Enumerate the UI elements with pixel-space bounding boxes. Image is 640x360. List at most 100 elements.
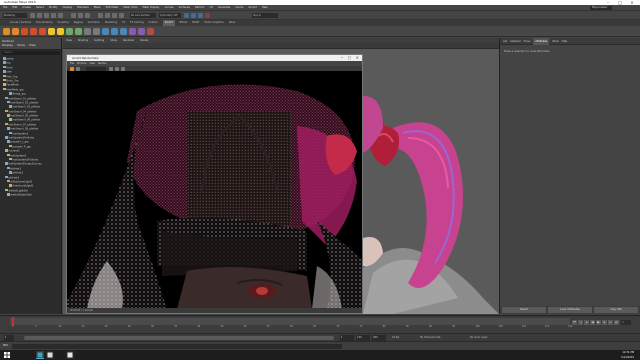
- skydome-light-icon[interactable]: [48, 27, 55, 35]
- menu-cache[interactable]: Cache: [235, 5, 243, 11]
- step-back-icon[interactable]: ◂: [584, 320, 589, 325]
- ae-tab-focus[interactable]: Focus: [524, 38, 531, 45]
- windows-start-icon[interactable]: [3, 351, 11, 359]
- outliner-node-icon: [3, 70, 6, 73]
- step-back-key-icon[interactable]: ◁: [578, 320, 583, 325]
- sign-in-button[interactable]: Sign In: [252, 12, 278, 18]
- render-stop-icon[interactable]: [76, 66, 80, 71]
- snap-grid-icon[interactable]: [98, 12, 103, 18]
- menu-generate[interactable]: Generate: [218, 5, 230, 11]
- light-portal-icon[interactable]: [57, 27, 64, 35]
- menu-deform[interactable]: Deform: [195, 5, 205, 11]
- snap-surface-icon[interactable]: [119, 12, 124, 18]
- menu-mesh-display[interactable]: Mesh Display: [142, 5, 159, 11]
- toon-shader-icon[interactable]: [120, 27, 127, 35]
- menu-edit-mesh[interactable]: Edit Mesh: [106, 5, 119, 11]
- symmetry-field[interactable]: Symmetry: Off: [159, 12, 181, 18]
- taskbar-renderview-icon[interactable]: [46, 351, 54, 359]
- area-light-icon[interactable]: [21, 27, 28, 35]
- step-forward-icon[interactable]: ▸: [602, 320, 607, 325]
- time-tick-label: 85: [405, 325, 409, 328]
- license-icon[interactable]: [147, 27, 154, 35]
- alpha-channel-icon[interactable]: [115, 66, 119, 71]
- arnold-render-icon[interactable]: [3, 27, 10, 35]
- mesh-light-icon[interactable]: [30, 27, 37, 35]
- menu-help[interactable]: Help: [262, 5, 268, 11]
- go-to-end-icon[interactable]: ⏭: [614, 320, 619, 325]
- menu-set-select[interactable]: Modeling: [3, 12, 27, 18]
- ae-copy-tab-button[interactable]: Copy Tab: [594, 307, 638, 313]
- time-ruler[interactable]: [10, 318, 570, 325]
- taskbar-explorer-icon[interactable]: [66, 351, 74, 359]
- menu-uv[interactable]: UV: [209, 5, 213, 11]
- menu-mesh[interactable]: Mesh: [94, 5, 101, 11]
- ae-tab-help[interactable]: Help: [562, 38, 567, 45]
- taskbar-maya-icon[interactable]: [36, 351, 44, 359]
- outliner-search-input[interactable]: Search...: [2, 51, 60, 55]
- live-surface-field[interactable]: No Live Surface: [130, 12, 156, 18]
- menu-modify[interactable]: Modify: [49, 5, 58, 11]
- menu-display[interactable]: Display: [63, 5, 73, 11]
- taskbar-clock[interactable]: 12:31 PM 5/14/2019: [621, 350, 634, 360]
- menu-arnold[interactable]: Arnold: [248, 5, 256, 11]
- region-icon[interactable]: [121, 66, 125, 71]
- new-scene-icon[interactable]: [30, 12, 35, 18]
- save-scene-icon[interactable]: [44, 12, 49, 18]
- ae-load-attributes-button[interactable]: Load Attributes: [548, 307, 592, 313]
- standard-hair-icon[interactable]: [111, 27, 118, 35]
- render-current-frame-icon[interactable]: [184, 12, 189, 18]
- range-slider-bar[interactable]: [24, 336, 334, 340]
- open-scene-icon[interactable]: [37, 12, 42, 18]
- undo-icon[interactable]: [51, 12, 56, 18]
- txmanager-icon[interactable]: [138, 27, 145, 35]
- camera-select[interactable]: [86, 66, 106, 71]
- render-settings-icon[interactable]: [198, 12, 203, 18]
- hypershade-icon[interactable]: [205, 12, 210, 18]
- flush-cache-icon[interactable]: [93, 27, 100, 35]
- outliner-menu-help[interactable]: Help: [29, 43, 36, 47]
- menu-edit[interactable]: Edit: [12, 5, 17, 11]
- arnold-renderview-window[interactable]: Arnold RenderView × □ – File Window View…: [66, 54, 363, 314]
- command-language-label[interactable]: MEL: [3, 344, 8, 347]
- snap-point-icon[interactable]: [112, 12, 117, 18]
- ae-tab-list[interactable]: List: [503, 38, 507, 45]
- menu-create[interactable]: Create: [22, 5, 31, 11]
- standin-icon[interactable]: [75, 27, 82, 35]
- ae-tab-attributes[interactable]: Attributes: [533, 37, 550, 45]
- menu-select[interactable]: Select: [36, 5, 44, 11]
- time-slider[interactable]: 1 5 10 15 20 25 30 35 40 45 50 55 60 65 70 75 80 85 90 95 10…: [0, 315, 640, 333]
- outliner-item[interactable]: defaultObjectSet: [2, 193, 60, 197]
- rgb-channel-icon[interactable]: [109, 66, 113, 71]
- snap-curve-icon[interactable]: [105, 12, 110, 18]
- play-forward-icon[interactable]: ▶: [596, 320, 601, 325]
- render-play-icon[interactable]: [70, 66, 74, 71]
- arnold-renderview-icon[interactable]: [12, 27, 19, 35]
- ipr-render-icon[interactable]: [191, 12, 196, 18]
- menu-surfaces[interactable]: Surfaces: [179, 5, 190, 11]
- menu-windows[interactable]: Windows: [77, 5, 89, 11]
- go-to-start-icon[interactable]: ⏮: [572, 320, 577, 325]
- menu-file[interactable]: File: [3, 5, 7, 11]
- physical-sky-icon[interactable]: [66, 27, 73, 35]
- ae-tab-show[interactable]: Show: [552, 38, 558, 45]
- step-forward-key-icon[interactable]: ▷: [608, 320, 613, 325]
- redo-icon[interactable]: [58, 12, 63, 18]
- select-by-component-icon[interactable]: [85, 12, 90, 18]
- aov-icon[interactable]: [129, 27, 136, 35]
- standard-surface-icon[interactable]: [102, 27, 109, 35]
- photometric-light-icon[interactable]: [39, 27, 46, 35]
- outliner-menu-show[interactable]: Show: [17, 43, 25, 47]
- play-backward-icon[interactable]: ◀: [590, 320, 595, 325]
- ae-tab-selected[interactable]: Selected: [510, 38, 520, 45]
- ae-select-button[interactable]: Select: [502, 307, 546, 313]
- render-image[interactable]: [67, 71, 362, 309]
- menu-curves[interactable]: Curves: [165, 5, 174, 11]
- select-by-hierarchy-icon[interactable]: [71, 12, 76, 18]
- outliner-menu-display[interactable]: Display: [2, 43, 13, 47]
- menu-mesh-tools[interactable]: Mesh Tools: [123, 5, 137, 11]
- select-by-object-icon[interactable]: [78, 12, 83, 18]
- current-frame-field[interactable]: 1: [621, 320, 632, 325]
- command-input[interactable]: [12, 344, 342, 349]
- volume-icon[interactable]: [84, 27, 91, 35]
- workspace-select[interactable]: Maya Classic: [590, 6, 612, 10]
